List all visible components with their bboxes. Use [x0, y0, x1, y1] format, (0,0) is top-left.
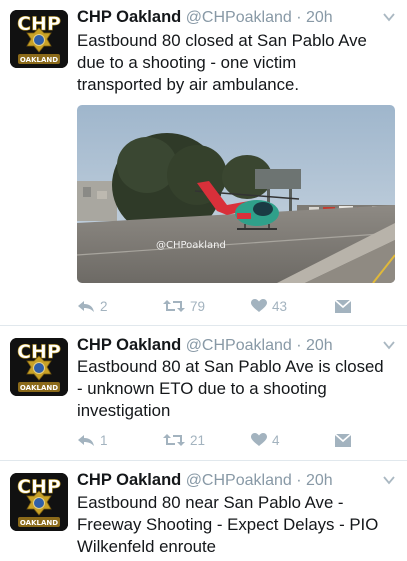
avatar-bottom-text: OAKLAND: [20, 56, 58, 64]
retweet-icon: [163, 300, 185, 312]
tweet-text-line: Wilkenfeld enroute: [77, 537, 216, 556]
tweet-text-line: Eastbound 80 closed at San Pablo Ave: [77, 31, 367, 50]
tweet-text-line: Eastbound 80 at San Pablo Ave is closed: [77, 357, 384, 376]
author-handle-time[interactable]: @CHPoakland · 20h: [186, 472, 333, 489]
tweet-actions: 2 79 43: [77, 296, 367, 316]
tweet-text-line: due to a shooting - one victim: [77, 53, 297, 72]
reply-icon: [78, 435, 94, 446]
avatar-bottom-text: OAKLAND: [20, 519, 58, 527]
author-handle-time[interactable]: @CHPoakland · 20h: [186, 337, 333, 354]
tweet-2[interactable]: CHP OAKLAND CHP Oakland @CHPoakland · 20…: [0, 326, 407, 461]
like-button[interactable]: 4: [251, 430, 280, 450]
author-handle-time[interactable]: @CHPoakland · 20h: [186, 9, 333, 26]
avatar[interactable]: CHP OAKLAND: [10, 10, 68, 68]
avatar-bottom-text: OAKLAND: [20, 384, 58, 392]
tweet-actions: 1 21 4: [77, 430, 367, 450]
chevron-down-icon[interactable]: [381, 10, 397, 24]
reply-button[interactable]: 1: [77, 430, 108, 450]
retweet-icon: [163, 434, 185, 446]
reply-icon: [78, 301, 94, 312]
photo-watermark: @CHPoakland: [156, 240, 226, 251]
like-button[interactable]: 43: [251, 296, 287, 316]
retweet-count: 21: [190, 432, 206, 448]
tweet-text-line: Eastbound 80 near San Pablo Ave -: [77, 493, 344, 512]
tweet-header: CHP Oakland @CHPoakland · 20h: [77, 471, 397, 493]
tweet-text-line: - unknown ETO due to a shooting: [77, 379, 327, 398]
like-count: 4: [272, 432, 280, 448]
author-name[interactable]: CHP Oakland: [77, 471, 181, 489]
tweet-photo[interactable]: @CHPoakland: [77, 105, 395, 283]
reply-count: 1: [100, 432, 108, 448]
tweet-header: CHP Oakland @CHPoakland · 20h: [77, 8, 397, 30]
author-name[interactable]: CHP Oakland: [77, 336, 181, 354]
tweet-text-line: Freeway Shooting - Expect Delays - PIO: [77, 515, 379, 534]
tweet-3[interactable]: CHP OAKLAND CHP Oakland @CHPoakland · 20…: [0, 461, 407, 561]
retweet-button[interactable]: 79: [163, 296, 205, 316]
chevron-down-icon[interactable]: [381, 473, 397, 487]
envelope-icon: [335, 299, 351, 313]
dm-button[interactable]: [335, 296, 351, 316]
tweet-text: Eastbound 80 at San Pablo Ave is closed …: [77, 356, 397, 422]
tweet-1[interactable]: CHP OAKLAND CHP Oakland @CHPoakland · 20…: [0, 0, 407, 326]
author-name[interactable]: CHP Oakland: [77, 8, 181, 26]
retweet-button[interactable]: 21: [163, 430, 205, 450]
like-count: 43: [272, 298, 288, 314]
dm-button[interactable]: [335, 430, 351, 450]
tweet-header: CHP Oakland @CHPoakland · 20h: [77, 336, 397, 358]
reply-button[interactable]: 2: [77, 296, 108, 316]
tweet-text-line: transported by air ambulance.: [77, 75, 300, 94]
tweet-text: Eastbound 80 near San Pablo Ave - Freewa…: [77, 492, 397, 558]
heart-icon: [251, 299, 267, 312]
avatar[interactable]: CHP OAKLAND: [10, 473, 68, 531]
reply-count: 2: [100, 298, 108, 314]
heart-icon: [251, 433, 267, 446]
tweet-text-line: investigation: [77, 401, 171, 420]
envelope-icon: [335, 433, 351, 447]
chevron-down-icon[interactable]: [381, 338, 397, 352]
avatar[interactable]: CHP OAKLAND: [10, 338, 68, 396]
retweet-count: 79: [190, 298, 206, 314]
tweet-text: Eastbound 80 closed at San Pablo Ave due…: [77, 30, 397, 96]
